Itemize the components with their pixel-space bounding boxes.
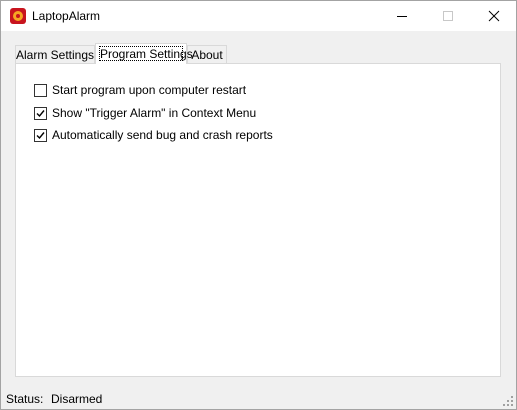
context-menu-checkbox[interactable]: [34, 106, 47, 120]
app-window: LaptopAlarm Alarm Settings Program Setti…: [0, 0, 517, 410]
bug-reports-checkbox[interactable]: [34, 128, 47, 142]
maximize-button[interactable]: [425, 1, 471, 31]
option-label: Start program upon computer restart: [52, 83, 247, 97]
tab-program-settings[interactable]: Program Settings: [95, 43, 193, 64]
tab-focus-rectangle: Program Settings: [99, 46, 193, 61]
tab-label: About: [191, 48, 223, 62]
bug-reports-option[interactable]: Automatically send bug and crash reports: [34, 128, 273, 142]
close-icon: [488, 10, 500, 22]
program-settings-panel: Start program upon computer restart Show…: [15, 63, 501, 377]
minimize-icon: [397, 16, 407, 17]
tab-alarm-settings[interactable]: Alarm Settings: [15, 45, 95, 63]
status-value: Disarmed: [51, 392, 103, 406]
checkmark-icon: [36, 109, 45, 117]
maximize-icon: [443, 11, 453, 21]
status-bar: Status: Disarmed: [1, 381, 516, 409]
title-bar[interactable]: LaptopAlarm: [1, 1, 516, 31]
context-menu-option[interactable]: Show "Trigger Alarm" in Context Menu: [34, 106, 256, 120]
alarm-app-icon: [10, 8, 26, 24]
window-title: LaptopAlarm: [32, 9, 101, 23]
status-label: Status:: [6, 392, 44, 406]
minimize-button[interactable]: [379, 1, 425, 31]
option-label: Show "Trigger Alarm" in Context Menu: [52, 106, 257, 120]
option-label: Automatically send bug and crash reports: [52, 128, 273, 142]
resize-grip-icon[interactable]: [502, 395, 514, 407]
tab-label: Program Settings: [100, 47, 193, 61]
tab-label: Alarm Settings: [16, 48, 95, 62]
checkmark-icon: [36, 131, 45, 139]
tab-about[interactable]: About: [187, 45, 227, 63]
client-area: Alarm Settings Program Settings About St…: [1, 31, 516, 409]
start-on-restart-checkbox[interactable]: [34, 83, 47, 97]
start-on-restart-option[interactable]: Start program upon computer restart: [34, 83, 246, 97]
close-button[interactable]: [471, 1, 516, 31]
